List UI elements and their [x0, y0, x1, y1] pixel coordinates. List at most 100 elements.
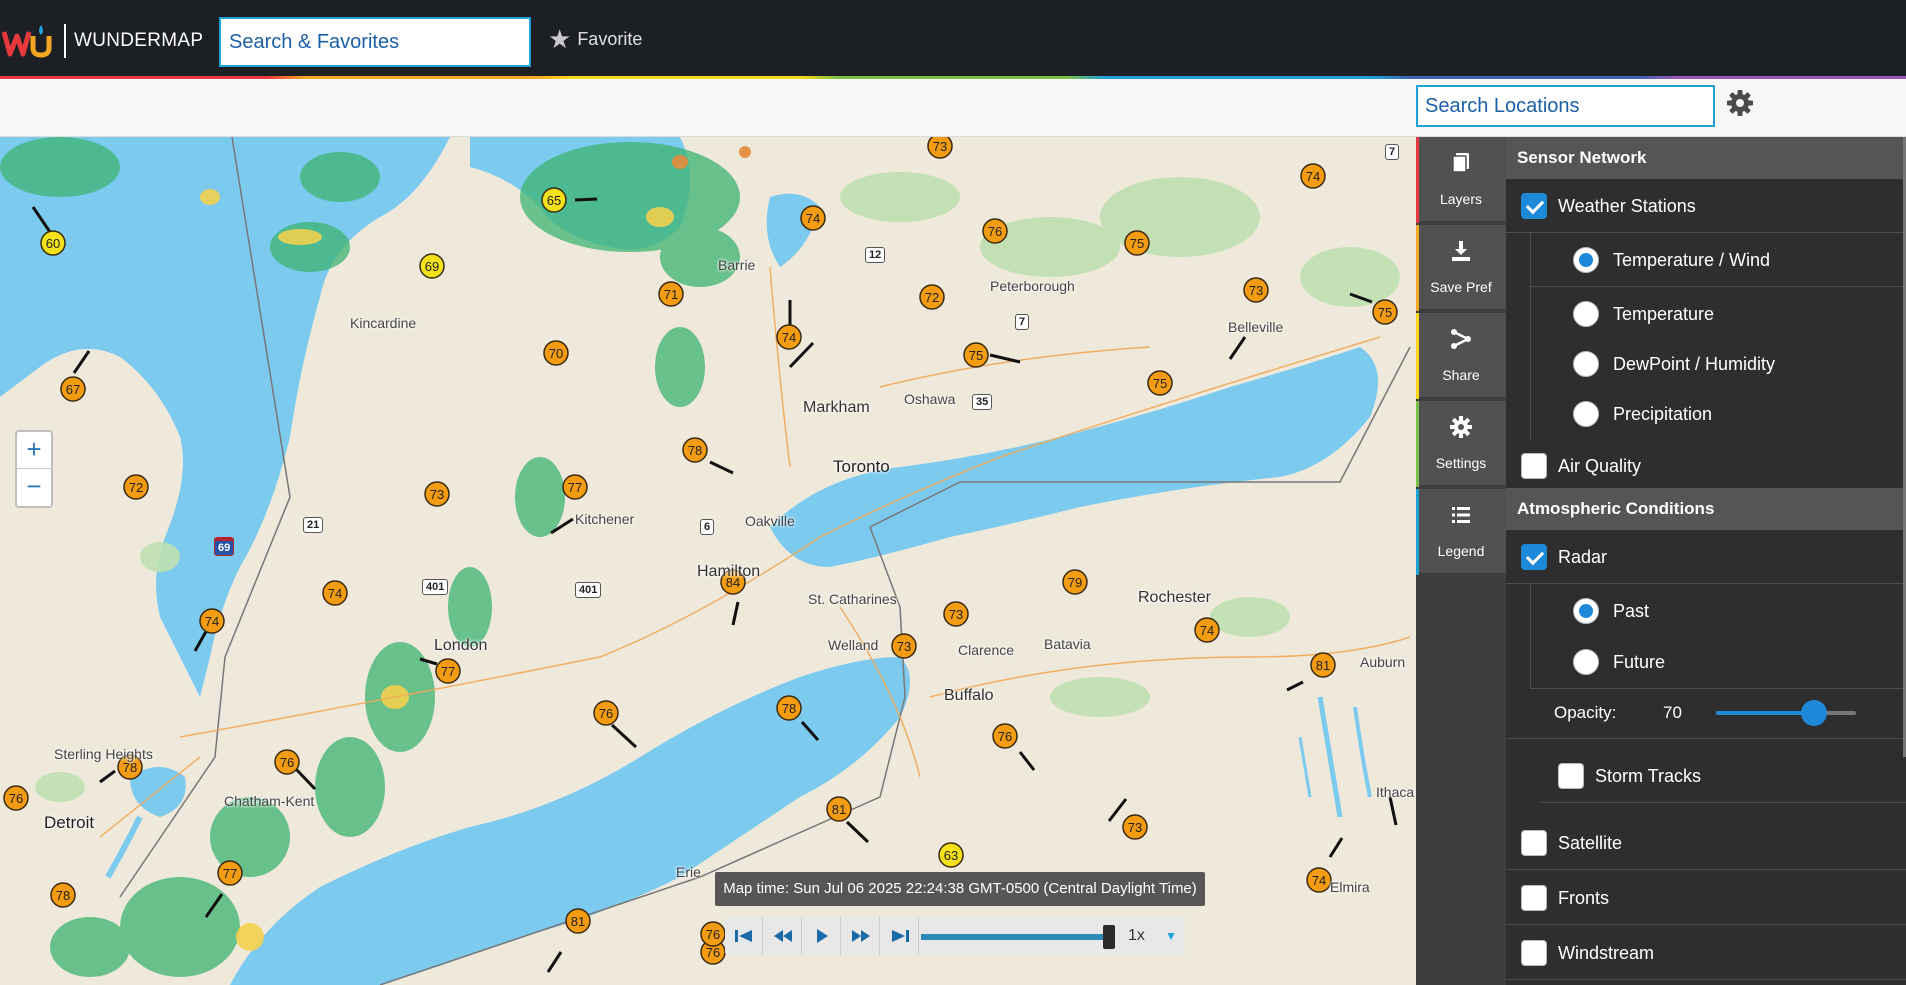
option-precipitation[interactable]: Precipitation	[1530, 387, 1906, 441]
dewpoint-humidity-radio[interactable]	[1573, 351, 1599, 377]
station-marker[interactable]: 75	[1372, 299, 1398, 325]
station-marker[interactable]: 81	[826, 796, 852, 822]
station-marker[interactable]: 73	[927, 137, 953, 159]
station-marker[interactable]: 78	[776, 695, 802, 721]
station-marker[interactable]: 76	[593, 700, 619, 726]
air-quality-checkbox[interactable]	[1521, 453, 1547, 479]
share-icon	[1451, 329, 1471, 349]
station-temperature: 77	[223, 866, 237, 881]
station-marker[interactable]: 77	[217, 860, 243, 886]
station-marker[interactable]: 60	[40, 230, 66, 256]
tool-share[interactable]: Share	[1416, 313, 1506, 399]
storm-tracks-label: Storm Tracks	[1595, 766, 1702, 786]
windstream-toggle[interactable]: Windstream	[1506, 926, 1906, 980]
skip-end-button[interactable]	[881, 917, 919, 955]
map-time-label: Map time: Sun Jul 06 2025 22:24:38 GMT-0…	[715, 872, 1205, 906]
favorite-button[interactable]: ★ Favorite	[548, 26, 642, 52]
station-marker[interactable]: 81	[1310, 652, 1336, 678]
option-future[interactable]: Future	[1530, 635, 1906, 689]
station-marker[interactable]: 73	[424, 481, 450, 507]
temperature-wind-radio[interactable]	[1573, 247, 1599, 273]
station-marker[interactable]: 67	[60, 376, 86, 402]
tool-legend[interactable]: Legend	[1416, 489, 1506, 575]
station-marker[interactable]: 73	[891, 633, 917, 659]
windstream-checkbox[interactable]	[1521, 940, 1547, 966]
station-marker[interactable]: 73	[943, 601, 969, 627]
weather-stations-toggle[interactable]: Weather Stations	[1506, 179, 1906, 233]
station-marker[interactable]: 75	[963, 342, 989, 368]
skip-start-button[interactable]	[725, 917, 763, 955]
air-quality-toggle[interactable]: Air Quality	[1506, 439, 1906, 493]
step-back-button[interactable]	[764, 917, 802, 955]
station-marker[interactable]: 63	[938, 842, 964, 868]
opacity-slider-handle[interactable]	[1801, 700, 1827, 726]
station-marker[interactable]: 76	[3, 785, 29, 811]
station-marker[interactable]: 70	[543, 340, 569, 366]
city-label: Clarence	[958, 642, 1015, 658]
precipitation-radio[interactable]	[1573, 401, 1599, 427]
station-marker[interactable]: 78	[50, 882, 76, 908]
option-label: DewPoint / Humidity	[1613, 354, 1776, 374]
gear-icon[interactable]	[1725, 88, 1755, 118]
opacity-slider[interactable]	[1716, 700, 1856, 726]
zoom-out-button[interactable]: −	[17, 469, 51, 506]
station-marker[interactable]: 72	[919, 284, 945, 310]
satellite-checkbox[interactable]	[1521, 830, 1547, 856]
station-marker[interactable]: 73	[1122, 814, 1148, 840]
storm-tracks-checkbox[interactable]	[1558, 763, 1584, 789]
station-marker[interactable]: 75	[1147, 370, 1173, 396]
station-marker[interactable]: 76	[274, 749, 300, 775]
station-temperature: 74	[806, 211, 820, 226]
option-dewpoint-humidity[interactable]: DewPoint / Humidity	[1530, 337, 1906, 391]
station-marker[interactable]: 73	[1243, 277, 1269, 303]
station-marker[interactable]: 76	[982, 218, 1008, 244]
option-temperature[interactable]: Temperature	[1530, 287, 1906, 341]
station-marker[interactable]: 77	[435, 658, 461, 684]
fronts-checkbox[interactable]	[1521, 885, 1547, 911]
wu-logo-icon[interactable]	[0, 22, 56, 60]
station-marker[interactable]: 74	[199, 608, 225, 634]
station-marker[interactable]: 76	[700, 921, 726, 947]
weather-stations-checkbox[interactable]	[1521, 193, 1547, 219]
station-marker[interactable]: 74	[1194, 617, 1220, 643]
station-marker[interactable]: 81	[565, 908, 591, 934]
tool-save-pref[interactable]: Save Pref	[1416, 225, 1506, 311]
radar-toggle[interactable]: Radar	[1506, 530, 1906, 584]
station-marker[interactable]: 74	[800, 205, 826, 231]
station-marker[interactable]: 74	[1300, 163, 1326, 189]
station-marker[interactable]: 75	[1124, 230, 1150, 256]
step-forward-button[interactable]	[842, 917, 880, 955]
radar-checkbox[interactable]	[1521, 544, 1547, 570]
tool-layers[interactable]: Layers	[1416, 137, 1506, 223]
station-marker[interactable]: 74	[776, 324, 802, 350]
temperature-radio[interactable]	[1573, 301, 1599, 327]
speed-select[interactable]: 1x ▼	[1122, 917, 1185, 955]
station-marker[interactable]: 77	[562, 474, 588, 500]
station-temperature: 71	[664, 287, 678, 302]
station-marker[interactable]: 71	[658, 281, 684, 307]
playback-track[interactable]	[921, 934, 1109, 940]
option-temperature-wind[interactable]: Temperature / Wind	[1530, 233, 1906, 287]
option-past[interactable]: Past	[1530, 584, 1906, 638]
caret-down-icon: ▼	[1165, 929, 1177, 943]
zoom-in-button[interactable]: +	[17, 432, 51, 469]
station-marker[interactable]: 78	[682, 437, 708, 463]
station-marker[interactable]: 79	[1062, 569, 1088, 595]
station-marker[interactable]: 69	[419, 253, 445, 279]
station-marker[interactable]: 74	[322, 580, 348, 606]
fronts-toggle[interactable]: Fronts	[1506, 871, 1906, 925]
tool-settings[interactable]: Settings	[1416, 401, 1506, 487]
play-button[interactable]	[803, 917, 841, 955]
storm-tracks-toggle[interactable]: Storm Tracks	[1541, 749, 1906, 803]
playback-handle[interactable]	[1103, 925, 1115, 949]
future-radio[interactable]	[1573, 649, 1599, 675]
station-marker[interactable]: 74	[1306, 867, 1332, 893]
weather-map[interactable]: 73 74 76 75 65 60 69 74 72 71 73 75 74 75 70 67 75 78 77 73…	[0, 137, 1416, 985]
search-favorites-input[interactable]	[219, 17, 531, 67]
station-marker[interactable]: 65	[541, 187, 567, 213]
satellite-toggle[interactable]: Satellite	[1506, 816, 1906, 870]
station-marker[interactable]: 72	[123, 474, 149, 500]
search-locations-input[interactable]	[1416, 85, 1715, 127]
station-marker[interactable]: 76	[992, 723, 1018, 749]
past-radio[interactable]	[1573, 598, 1599, 624]
